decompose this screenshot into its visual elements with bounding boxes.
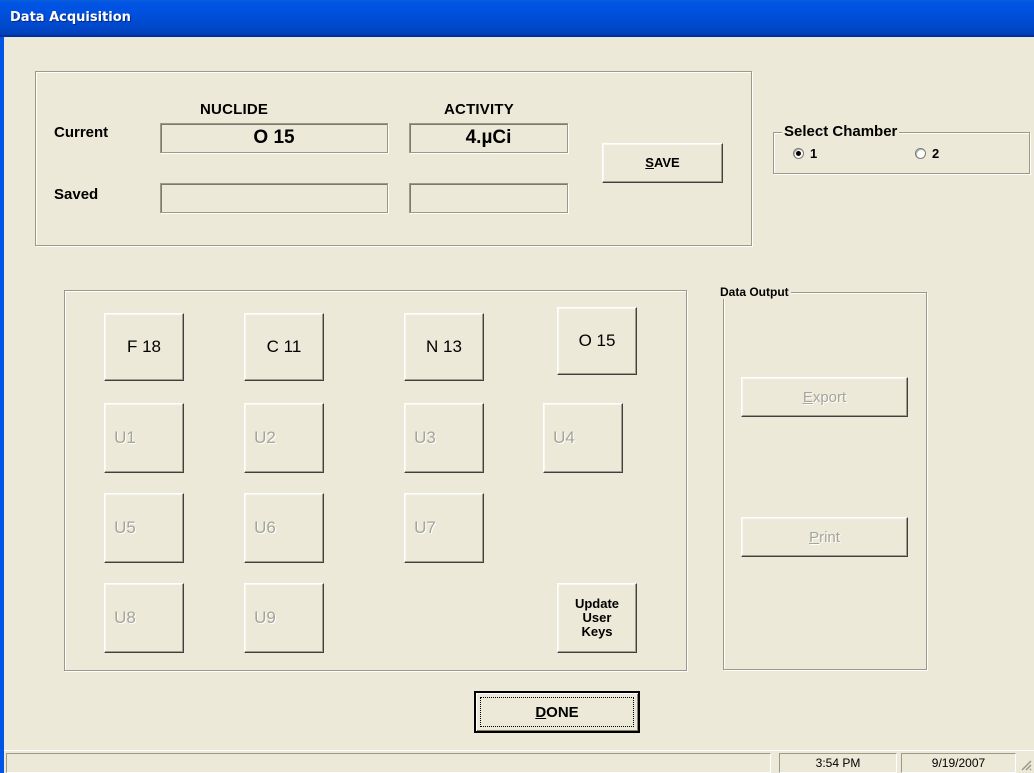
user-key-u1[interactable]: U1 — [104, 403, 184, 473]
radio-selected-icon — [793, 148, 804, 159]
user-key-u8[interactable]: U8 — [104, 583, 184, 653]
nuclide-key-f18[interactable]: F 18 — [104, 313, 184, 381]
save-button[interactable]: SAVE — [602, 143, 723, 183]
user-key-u7[interactable]: U7 — [404, 493, 484, 563]
user-key-u6[interactable]: U6 — [244, 493, 324, 563]
chamber-radio-1[interactable]: 1 — [793, 146, 817, 161]
saved-nuclide-field — [160, 183, 388, 213]
data-output-group — [723, 292, 927, 670]
chamber-option-1-label: 1 — [810, 146, 818, 161]
save-button-label: SAVE — [645, 155, 680, 170]
current-activity-field: 4.µCi — [409, 123, 568, 153]
status-pane-main — [6, 753, 771, 773]
nuclide-key-o15[interactable]: O 15 — [557, 307, 637, 375]
nuclide-key-c11[interactable]: C 11 — [244, 313, 324, 381]
title-bar[interactable]: Data Acquisition — [0, 0, 1034, 37]
user-key-u3[interactable]: U3 — [404, 403, 484, 473]
status-time: 3:54 PM — [779, 753, 897, 773]
saved-activity-field — [409, 183, 568, 213]
chamber-option-2-label: 2 — [932, 146, 940, 161]
status-date: 9/19/2007 — [901, 753, 1016, 773]
nuclide-key-n13[interactable]: N 13 — [404, 313, 484, 381]
done-button[interactable]: DONE — [474, 691, 640, 733]
current-label: Current — [54, 124, 109, 141]
export-button[interactable]: Export — [741, 377, 908, 417]
data-output-label: Data Output — [718, 285, 791, 299]
saved-label: Saved — [54, 186, 99, 203]
chamber-radio-2[interactable]: 2 — [915, 146, 939, 161]
user-key-u5[interactable]: U5 — [104, 493, 184, 563]
nuclide-header: NUCLIDE — [200, 101, 269, 118]
update-user-keys-button[interactable]: Update User Keys — [557, 583, 637, 653]
user-key-u4[interactable]: U4 — [543, 403, 623, 473]
user-key-u2[interactable]: U2 — [244, 403, 324, 473]
print-button[interactable]: Print — [741, 517, 908, 557]
select-chamber-label: Select Chamber — [782, 123, 900, 140]
resize-grip-icon[interactable] — [1020, 759, 1032, 771]
window-title: Data Acquisition — [10, 10, 131, 25]
activity-header: ACTIVITY — [444, 101, 514, 118]
radio-unselected-icon — [915, 148, 926, 159]
user-key-u9[interactable]: U9 — [244, 583, 324, 653]
status-bar: 3:54 PM 9/19/2007 — [4, 750, 1034, 773]
current-nuclide-field: O 15 — [160, 123, 388, 153]
window-frame-left — [0, 37, 4, 773]
